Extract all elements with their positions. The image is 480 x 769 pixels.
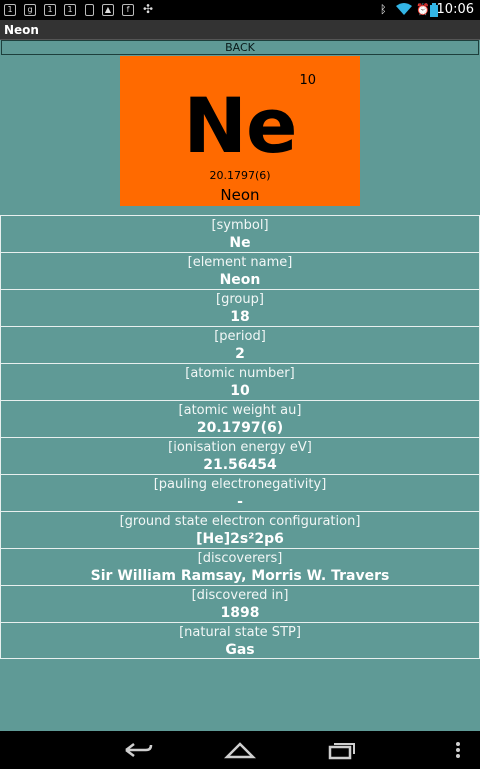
property-value: - <box>237 494 243 510</box>
back-icon[interactable] <box>122 740 154 764</box>
image-icon: ▲ <box>102 4 114 16</box>
status-bar: 1 g 1 1 ▲ f ✣ ᛒ ⏰ 10:06 <box>0 0 480 20</box>
property-row-natural-state: [natural state STP] Gas <box>0 622 480 659</box>
page-title: Neon <box>4 23 39 37</box>
tile-symbol: Ne <box>183 81 297 170</box>
property-row-group: [group] 18 <box>0 289 480 326</box>
property-value: 20.1797(6) <box>196 420 284 436</box>
sync-icon: ✣ <box>142 2 154 16</box>
recent-apps-icon[interactable] <box>326 740 358 764</box>
property-label: [atomic number] <box>185 366 295 381</box>
property-label: [element name] <box>187 255 293 270</box>
property-label: [atomic weight au] <box>178 403 302 418</box>
overflow-menu-icon[interactable] <box>455 740 461 764</box>
wifi-icon <box>396 3 412 20</box>
element-tile: 10 Ne 20.1797(6) Neon <box>120 56 360 206</box>
property-table: [symbol] Ne [element name] Neon [group] … <box>0 215 480 659</box>
property-row-ionisation-energy: [ionisation energy eV] 21.56454 <box>0 437 480 474</box>
tile-weight: 20.1797(6) <box>209 169 271 182</box>
notification-1-icon: 1 <box>64 4 76 16</box>
property-label: [symbol] <box>211 218 269 233</box>
google-plus-icon: g <box>24 4 36 16</box>
property-label: [ionisation energy eV] <box>168 440 312 455</box>
property-row-atomic-number: [atomic number] 10 <box>0 363 480 400</box>
property-row-discovered-in: [discovered in] 1898 <box>0 585 480 622</box>
property-value: Sir William Ramsay, Morris W. Travers <box>90 568 390 584</box>
property-row-electron-configuration: [ground state electron configuration] [H… <box>0 511 480 548</box>
bluetooth-icon: ᛒ <box>380 3 387 16</box>
property-value: Ne <box>229 235 251 251</box>
property-label: [discovered in] <box>191 588 289 603</box>
property-label: [period] <box>214 329 266 344</box>
property-value: [He]2s²2p6 <box>196 531 284 547</box>
notification-1-icon: 1 <box>44 4 56 16</box>
property-row-electronegativity: [pauling electronegativity] - <box>0 474 480 511</box>
property-value: 18 <box>230 309 250 325</box>
property-label: [pauling electronegativity] <box>153 477 327 492</box>
property-label: [discoverers] <box>197 551 283 566</box>
property-row-element-name: [element name] Neon <box>0 252 480 289</box>
alarm-icon: ⏰ <box>416 3 430 16</box>
navigation-bar <box>0 731 480 769</box>
sim-icon <box>85 4 94 16</box>
facebook-icon: f <box>122 4 134 16</box>
property-value: Neon <box>219 272 261 288</box>
property-value: 1898 <box>220 605 260 621</box>
property-row-period: [period] 2 <box>0 326 480 363</box>
property-value: Gas <box>225 642 255 658</box>
property-label: [natural state STP] <box>179 625 301 640</box>
property-value: 2 <box>235 346 245 362</box>
home-icon[interactable] <box>223 740 257 764</box>
element-detail: BACK 10 Ne 20.1797(6) Neon [symbol] Ne [… <box>0 40 480 731</box>
property-row-atomic-weight: [atomic weight au] 20.1797(6) <box>0 400 480 437</box>
property-label: [ground state electron configuration] <box>119 514 361 529</box>
property-value: 10 <box>230 383 250 399</box>
back-button[interactable]: BACK <box>1 40 479 55</box>
title-bar: Neon <box>0 20 480 40</box>
tile-name: Neon <box>220 186 260 204</box>
property-row-symbol: [symbol] Ne <box>0 215 480 252</box>
property-value: 21.56454 <box>203 457 277 473</box>
property-row-discoverers: [discoverers] Sir William Ramsay, Morris… <box>0 548 480 585</box>
notification-1-icon: 1 <box>4 4 16 16</box>
property-label: [group] <box>216 292 264 307</box>
clock: 10:06 <box>436 2 474 17</box>
